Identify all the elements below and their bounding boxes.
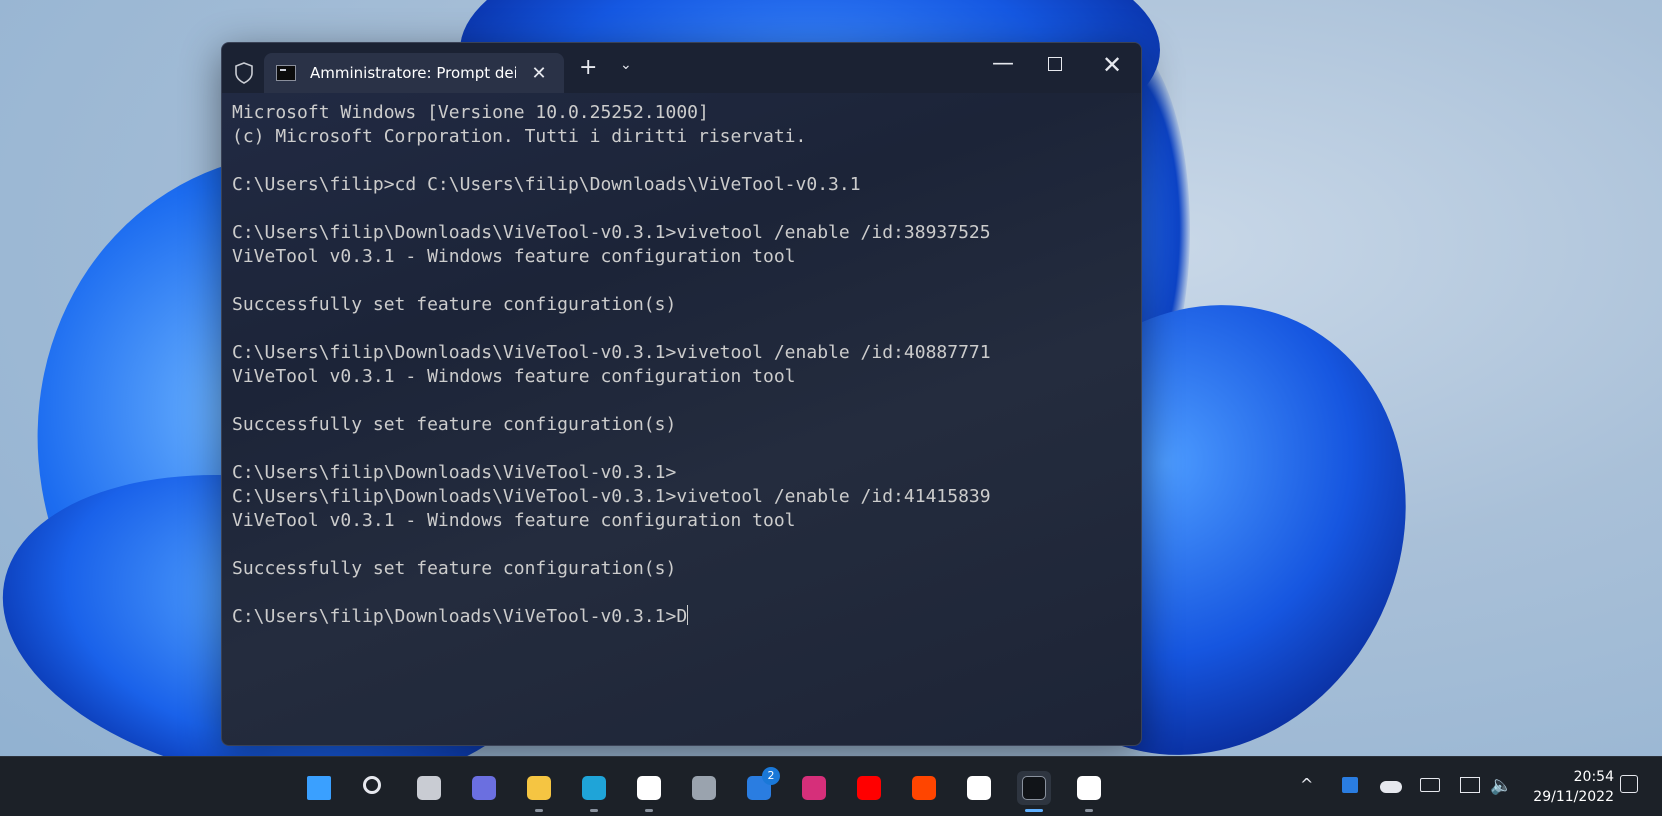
keyboard-icon[interactable] xyxy=(1420,778,1440,792)
console-line: C:\Users\filip\Downloads\ViVeTool-v0.3.1… xyxy=(232,222,991,243)
sandbox-taskbar-button[interactable] xyxy=(1072,771,1106,805)
clock-time: 20:54 xyxy=(1573,769,1614,785)
teams-chat-taskbar-button[interactable] xyxy=(467,771,501,805)
network-icon[interactable] xyxy=(1460,777,1480,793)
running-indicator xyxy=(645,809,653,812)
start-icon xyxy=(307,776,331,800)
instagram-taskbar-button[interactable] xyxy=(797,771,831,805)
start-taskbar-button[interactable] xyxy=(302,771,336,805)
task-view-icon xyxy=(417,776,441,800)
console-line: ViVeTool v0.3.1 - Windows feature config… xyxy=(232,510,796,531)
running-indicator xyxy=(535,809,543,812)
maximize-button[interactable] xyxy=(1048,57,1062,71)
edge-taskbar-button[interactable] xyxy=(577,771,611,805)
console-line: C:\Users\filip\Downloads\ViVeTool-v0.3.1… xyxy=(232,605,689,627)
close-tab-icon[interactable]: ✕ xyxy=(528,63,550,84)
onedrive-icon[interactable] xyxy=(1380,781,1402,793)
console-line: ViVeTool v0.3.1 - Windows feature config… xyxy=(232,246,796,267)
file-explorer-taskbar-button[interactable] xyxy=(522,771,556,805)
console-line: Successfully set feature configuration(s… xyxy=(232,294,677,315)
clock-date: 29/11/2022 xyxy=(1533,789,1614,805)
task-view-taskbar-button[interactable] xyxy=(412,771,446,805)
console-output[interactable]: Microsoft Windows [Versione 10.0.25252.1… xyxy=(222,93,1141,745)
terminal-taskbar-button[interactable] xyxy=(1017,771,1051,805)
clock[interactable]: 20:54 29/11/2022 xyxy=(1533,767,1614,807)
console-line: ViVeTool v0.3.1 - Windows feature config… xyxy=(232,366,796,387)
console-line: Microsoft Windows [Versione 10.0.25252.1… xyxy=(232,102,709,123)
instagram-icon xyxy=(802,776,826,800)
youtube-icon xyxy=(857,776,881,800)
console-line: (c) Microsoft Corporation. Tutti i dirit… xyxy=(232,126,807,147)
console-line: Successfully set feature configuration(s… xyxy=(232,558,677,579)
settings-icon xyxy=(692,776,716,800)
console-line: C:\Users\filip\Downloads\ViVeTool-v0.3.1… xyxy=(232,342,991,363)
console-line: C:\Users\filip>cd C:\Users\filip\Downloa… xyxy=(232,174,861,195)
file-explorer-icon xyxy=(527,776,551,800)
terminal-icon xyxy=(1022,776,1046,800)
tray-chevron-icon[interactable]: ^ xyxy=(1300,775,1313,794)
cmd-icon xyxy=(276,65,296,81)
reddit-icon xyxy=(912,776,936,800)
store-taskbar-button[interactable] xyxy=(632,771,666,805)
shield-icon xyxy=(235,62,253,84)
reddit-taskbar-button[interactable] xyxy=(907,771,941,805)
tab-title: Amministratore: Prompt dei c xyxy=(310,64,516,82)
running-indicator xyxy=(1025,809,1043,812)
volume-icon[interactable]: 🔈 xyxy=(1490,775,1512,796)
title-bar[interactable]: Amministratore: Prompt dei c ✕ + ⌄ — ✕ xyxy=(222,43,1141,93)
taskbar: 2 ^ 🔈 20:54 29/11/2022 xyxy=(0,756,1662,816)
chevron-down-icon[interactable]: ⌄ xyxy=(620,57,632,73)
notifications-icon[interactable] xyxy=(1620,775,1638,793)
sandbox-icon xyxy=(1077,776,1101,800)
edge-icon xyxy=(582,776,606,800)
console-line: Successfully set feature configuration(s… xyxy=(232,414,677,435)
close-window-button[interactable]: ✕ xyxy=(1102,51,1122,79)
minimize-button[interactable]: — xyxy=(992,51,1014,76)
search-taskbar-button[interactable] xyxy=(357,771,391,805)
slack-icon xyxy=(967,776,991,800)
new-tab-button[interactable]: + xyxy=(579,55,597,80)
slack-taskbar-button[interactable] xyxy=(962,771,996,805)
tab-command-prompt[interactable]: Amministratore: Prompt dei c ✕ xyxy=(264,53,564,93)
console-line: C:\Users\filip\Downloads\ViVeTool-v0.3.1… xyxy=(232,462,677,483)
todo-badge: 2 xyxy=(762,767,780,785)
terminal-window[interactable]: Amministratore: Prompt dei c ✕ + ⌄ — ✕ M… xyxy=(221,42,1142,746)
text-cursor xyxy=(687,605,689,625)
running-indicator xyxy=(1085,809,1093,812)
running-indicator xyxy=(590,809,598,812)
teams-chat-icon xyxy=(472,776,496,800)
console-line: C:\Users\filip\Downloads\ViVeTool-v0.3.1… xyxy=(232,486,991,507)
store-icon xyxy=(637,776,661,800)
todo-tray-icon[interactable] xyxy=(1342,777,1358,793)
youtube-taskbar-button[interactable] xyxy=(852,771,886,805)
settings-taskbar-button[interactable] xyxy=(687,771,721,805)
search-icon xyxy=(363,776,381,794)
